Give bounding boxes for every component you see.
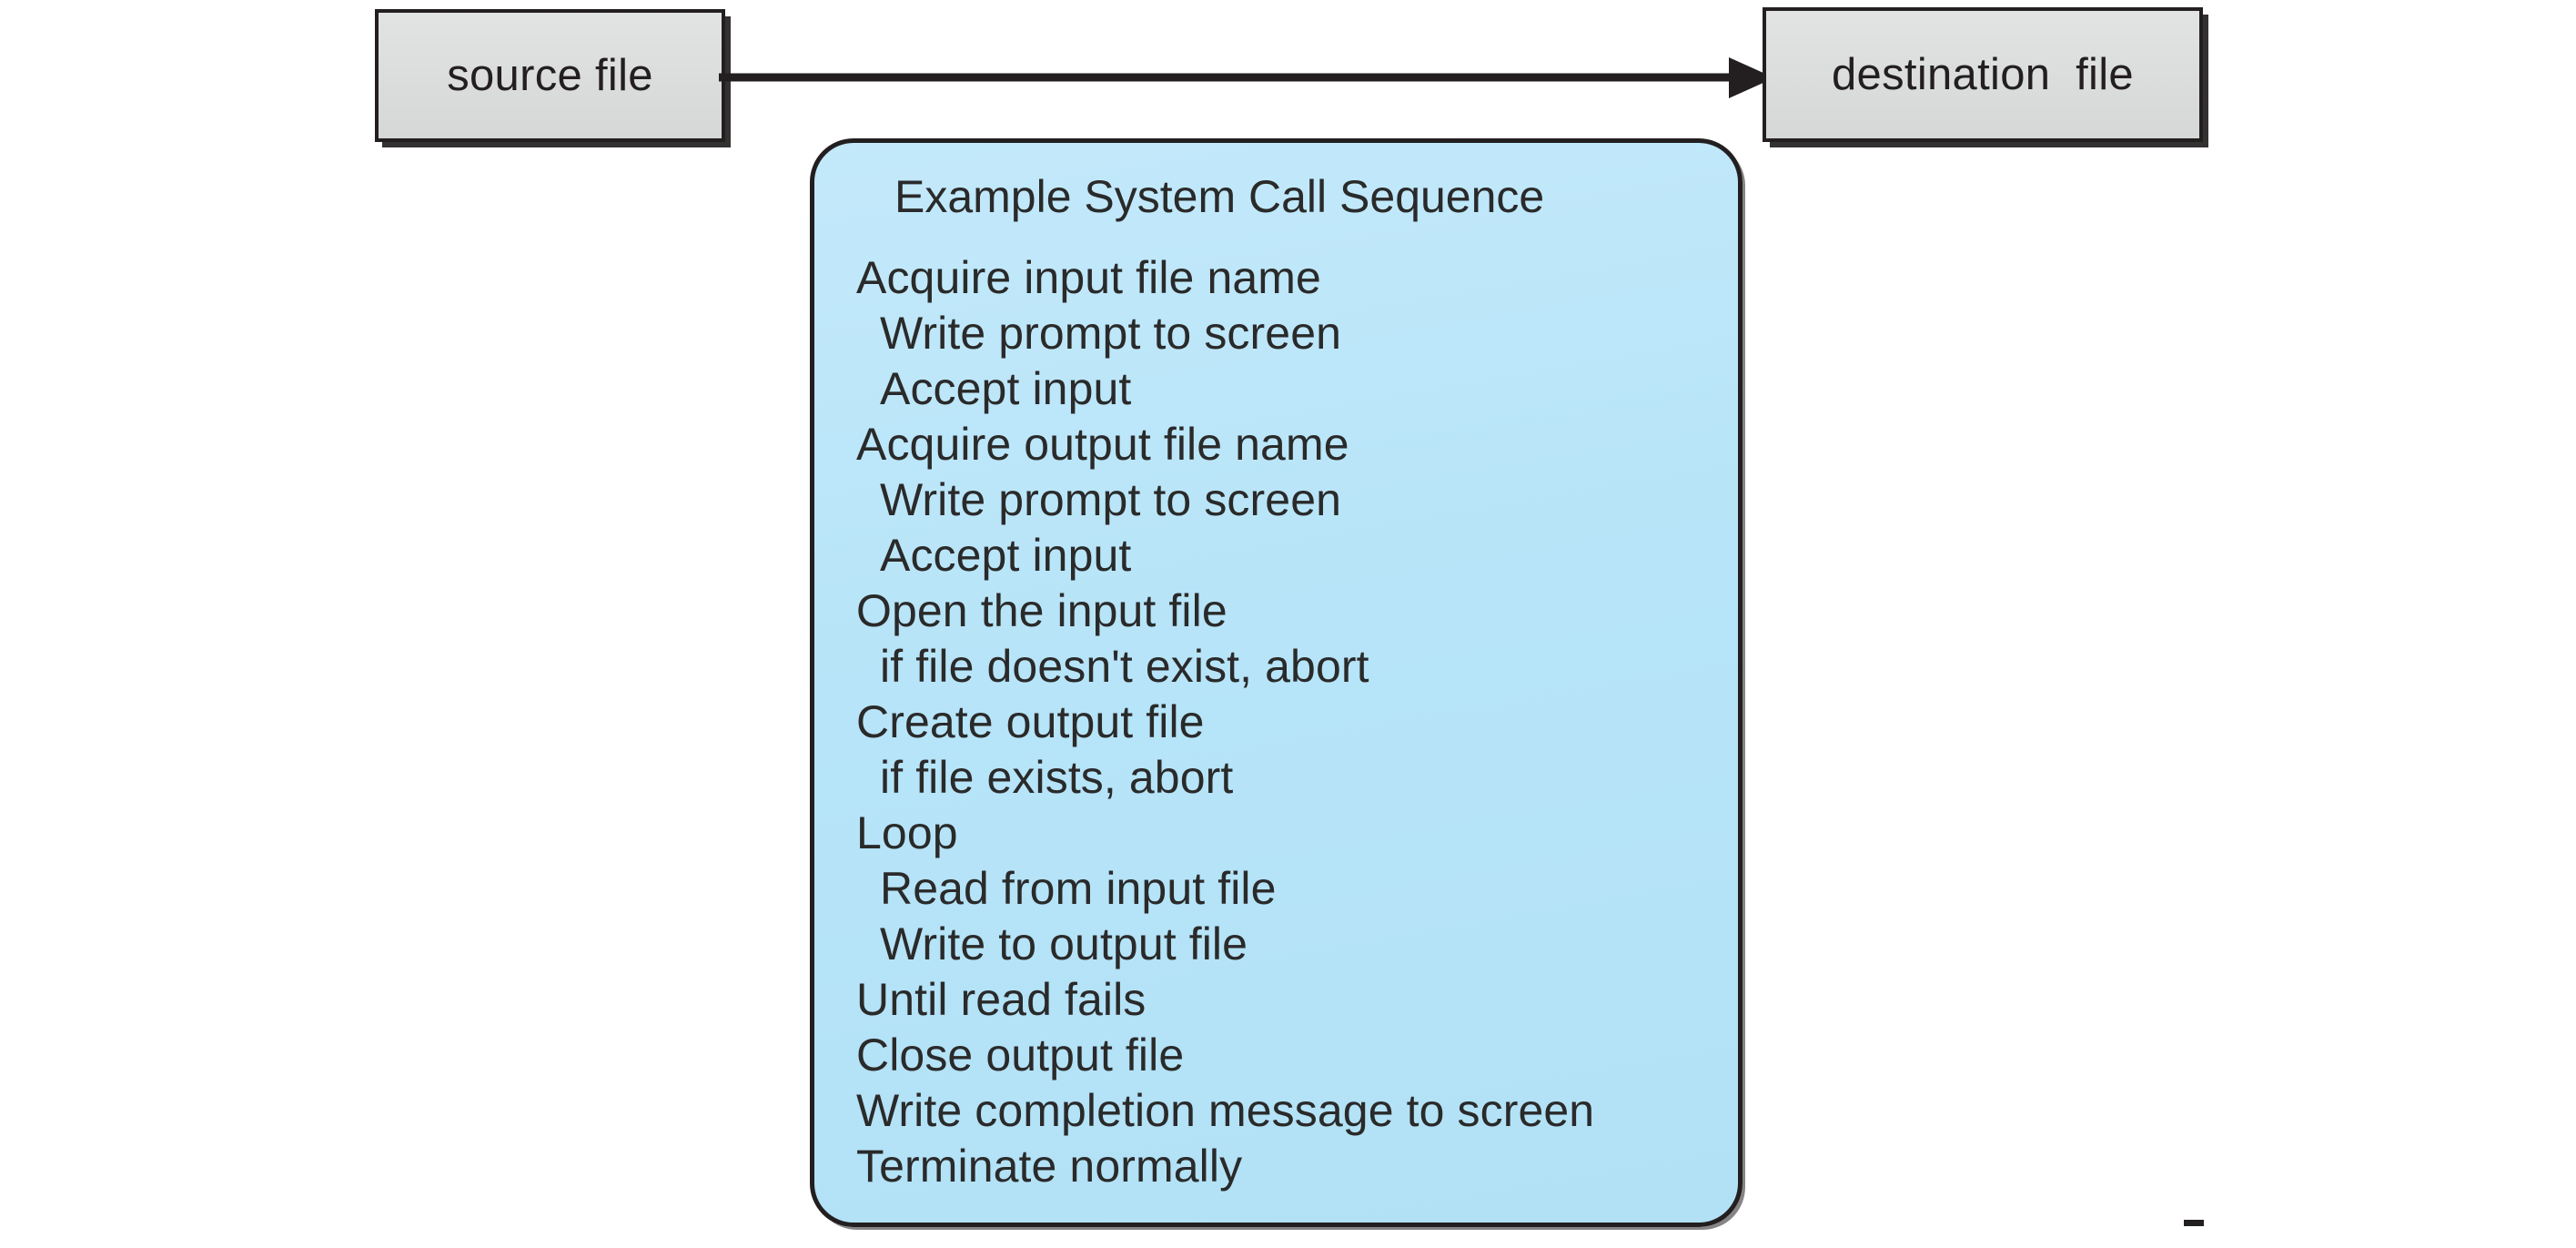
page-artifact-dash xyxy=(2184,1220,2204,1226)
sequence-step: Read from input file xyxy=(880,863,1277,914)
sequence-step: Close output file xyxy=(856,1030,1185,1081)
system-call-sequence-panel: Example System Call Sequence Acquire inp… xyxy=(810,138,1743,1227)
sequence-step-list: Acquire input file name Write prompt to s… xyxy=(856,250,1727,1194)
diagram-canvas: source file destination file Example Sys… xyxy=(0,0,2576,1248)
sequence-step: if file exists, abort xyxy=(880,752,1234,803)
sequence-step: Acquire input file name xyxy=(856,252,1321,303)
sequence-step: Accept input xyxy=(880,530,1132,581)
sequence-step: Write prompt to screen xyxy=(880,474,1342,525)
sequence-step: Open the input file xyxy=(856,585,1227,636)
sequence-step: Create output file xyxy=(856,696,1205,747)
source-file-box: source file xyxy=(375,9,725,142)
sequence-step: Loop xyxy=(856,807,958,858)
destination-file-box: destination file xyxy=(1763,7,2203,142)
sequence-step: Write completion message to screen xyxy=(856,1085,1595,1136)
sequence-step: Write to output file xyxy=(880,918,1248,969)
destination-file-label: destination file xyxy=(1832,49,2134,99)
sequence-step: Terminate normally xyxy=(856,1141,1243,1192)
sequence-step: if file doesn't exist, abort xyxy=(880,641,1369,692)
sequence-step: Write prompt to screen xyxy=(880,308,1342,359)
sequence-step: Accept input xyxy=(880,363,1132,414)
source-file-label: source file xyxy=(447,50,653,100)
sequence-step: Acquire output file name xyxy=(856,419,1349,470)
sequence-panel-title: Example System Call Sequence xyxy=(894,171,1545,222)
sequence-step: Until read fails xyxy=(856,974,1147,1025)
flow-arrow-icon xyxy=(719,57,1774,98)
